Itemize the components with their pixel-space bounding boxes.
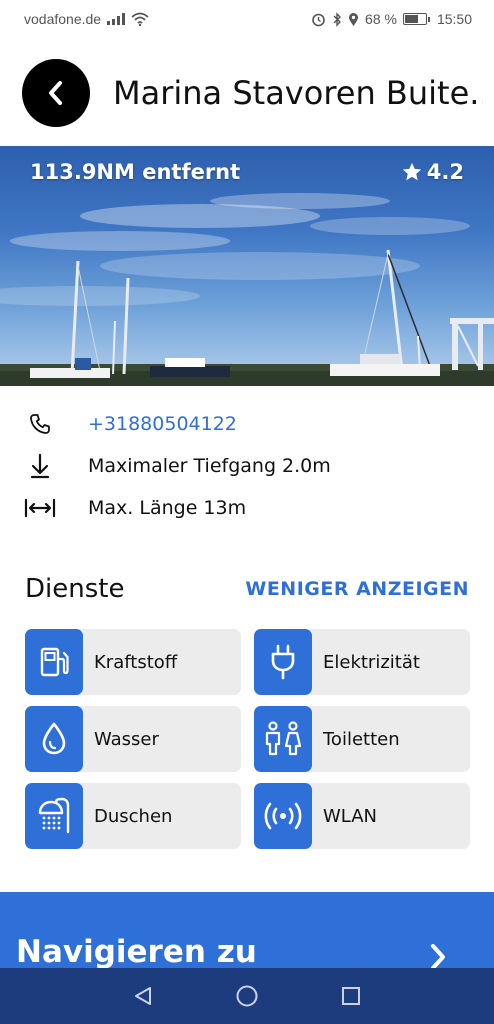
service-label: Toiletten bbox=[323, 728, 400, 750]
service-label: Elektrizität bbox=[323, 651, 420, 673]
triangle-back-icon bbox=[135, 987, 151, 1005]
phone-link[interactable]: +31880504122 bbox=[88, 413, 237, 435]
carrier-label: vodafone.de bbox=[24, 11, 102, 27]
service-water[interactable]: Wasser bbox=[25, 706, 241, 772]
max-draft: Maximaler Tiefgang 2.0m bbox=[88, 455, 331, 477]
rating-value: 4.2 bbox=[426, 160, 464, 184]
service-label: Kraftstoff bbox=[94, 651, 178, 673]
chevron-left-icon bbox=[49, 81, 62, 105]
service-toilets[interactable]: Toiletten bbox=[254, 706, 470, 772]
system-back-button[interactable] bbox=[125, 978, 161, 1014]
system-home-button[interactable] bbox=[229, 978, 265, 1014]
location-icon bbox=[349, 12, 359, 26]
battery-fill bbox=[404, 15, 418, 23]
circle-home-icon bbox=[236, 985, 258, 1007]
toilet-icon bbox=[254, 706, 312, 772]
phone-icon bbox=[24, 410, 56, 438]
status-left: vodafone.de bbox=[24, 11, 149, 27]
marina-photo: 113.9NM entfernt 4.2 bbox=[0, 146, 494, 386]
phone-row[interactable]: +31880504122 bbox=[0, 404, 494, 444]
length-row: Max. Länge 13m bbox=[0, 488, 494, 528]
max-length: Max. Länge 13m bbox=[88, 497, 247, 519]
navigate-label: Navigieren zu bbox=[16, 934, 257, 970]
services-heading: Dienste bbox=[25, 574, 125, 604]
service-electricity[interactable]: Elektrizität bbox=[254, 629, 470, 695]
battery-percent: 68 % bbox=[365, 11, 397, 27]
shower-icon bbox=[25, 783, 83, 849]
service-wifi[interactable]: WLAN bbox=[254, 783, 470, 849]
wifi-icon bbox=[131, 12, 149, 26]
rating-badge: 4.2 bbox=[401, 160, 464, 184]
clock: 15:50 bbox=[436, 11, 472, 27]
battery-icon bbox=[402, 13, 430, 25]
system-recents-button[interactable] bbox=[333, 978, 369, 1014]
status-bar: vodafone.de 68 % 15:50 bbox=[0, 0, 494, 38]
signal-icon bbox=[107, 13, 126, 25]
service-label: WLAN bbox=[323, 805, 378, 827]
service-fuel[interactable]: Kraftstoff bbox=[25, 629, 241, 695]
fuel-icon bbox=[25, 629, 83, 695]
length-arrows-icon bbox=[24, 494, 56, 522]
system-navigation-bar bbox=[0, 968, 494, 1024]
star-icon bbox=[402, 162, 421, 181]
draft-row: Maximaler Tiefgang 2.0m bbox=[0, 446, 494, 486]
water-drop-icon bbox=[25, 706, 83, 772]
status-right: 68 % 15:50 bbox=[311, 11, 472, 27]
service-showers[interactable]: Duschen bbox=[25, 783, 241, 849]
back-button[interactable] bbox=[22, 59, 90, 127]
arrow-down-icon bbox=[24, 452, 56, 480]
distance-label: 113.9NM entfernt bbox=[30, 160, 241, 184]
plug-icon bbox=[254, 629, 312, 695]
bluetooth-icon bbox=[333, 11, 342, 27]
service-label: Wasser bbox=[94, 728, 159, 750]
show-less-button[interactable]: WENIGER ANZEIGEN bbox=[245, 578, 469, 600]
app-header: Marina Stavoren Buite.. bbox=[0, 38, 494, 146]
square-recents-icon bbox=[342, 987, 360, 1005]
alarm-icon bbox=[312, 13, 325, 26]
wifi-signal-icon bbox=[254, 783, 312, 849]
service-label: Duschen bbox=[94, 805, 173, 827]
page-title: Marina Stavoren Buite.. bbox=[113, 74, 483, 112]
